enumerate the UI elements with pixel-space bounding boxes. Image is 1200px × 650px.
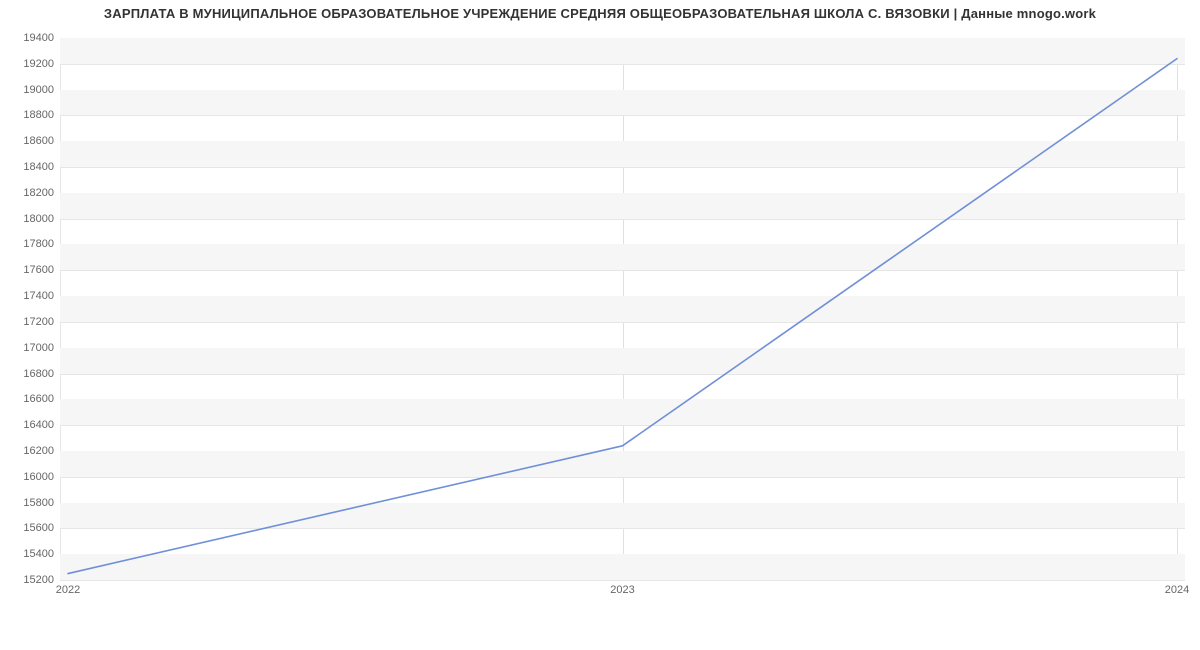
y-tick-label: 17000: [23, 342, 54, 354]
y-tick-label: 16600: [23, 393, 54, 405]
y-axis-ticks: 1520015400156001580016000162001640016600…: [0, 38, 54, 580]
y-tick-label: 15600: [23, 522, 54, 534]
y-tick-label: 19400: [23, 32, 54, 44]
y-tick-label: 15400: [23, 548, 54, 560]
chart-container: ЗАРПЛАТА В МУНИЦИПАЛЬНОЕ ОБРАЗОВАТЕЛЬНОЕ…: [0, 0, 1200, 650]
line-layer: [60, 38, 1185, 580]
y-tick-label: 18800: [23, 109, 54, 121]
y-tick-label: 19200: [23, 58, 54, 70]
y-tick-label: 17200: [23, 316, 54, 328]
y-tick-label: 15200: [23, 574, 54, 586]
grid-h: [60, 580, 1185, 581]
x-tick-label: 2022: [56, 584, 80, 596]
plot-inner: [60, 38, 1185, 580]
y-tick-label: 19000: [23, 84, 54, 96]
y-tick-label: 18600: [23, 135, 54, 147]
y-tick-label: 17600: [23, 264, 54, 276]
y-tick-label: 18200: [23, 187, 54, 199]
y-tick-label: 15800: [23, 497, 54, 509]
chart-title: ЗАРПЛАТА В МУНИЦИПАЛЬНОЕ ОБРАЗОВАТЕЛЬНОЕ…: [0, 6, 1200, 21]
plot-area: [60, 38, 1185, 581]
y-tick-label: 17800: [23, 238, 54, 250]
x-tick-label: 2023: [610, 584, 634, 596]
x-tick-label: 2024: [1165, 584, 1189, 596]
y-tick-label: 17400: [23, 290, 54, 302]
y-tick-label: 16200: [23, 445, 54, 457]
y-tick-label: 16000: [23, 471, 54, 483]
y-tick-label: 18000: [23, 213, 54, 225]
y-tick-label: 16400: [23, 419, 54, 431]
salary-series-line: [68, 59, 1177, 574]
y-tick-label: 18400: [23, 161, 54, 173]
y-tick-label: 16800: [23, 368, 54, 380]
